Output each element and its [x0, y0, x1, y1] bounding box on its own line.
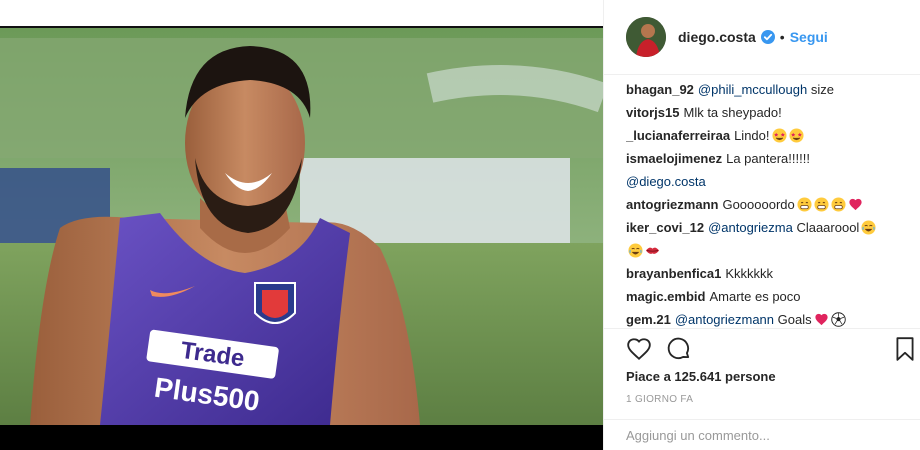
comment-username[interactable]: gem.21	[626, 312, 671, 327]
heart-emoji-icon	[846, 197, 863, 212]
star-eyes-emoji-icon	[787, 128, 804, 143]
avatar[interactable]	[626, 17, 666, 57]
comment-bubble-icon[interactable]	[666, 336, 692, 362]
grin-emoji-icon	[812, 197, 829, 212]
comment-username[interactable]: _lucianaferreiraa	[626, 128, 730, 143]
post-media: Trade Plus500	[0, 0, 603, 450]
likes-count[interactable]: Piace a 125.641 persone	[626, 369, 776, 384]
comment-row: brayanbenfica1 Kkkkkkk	[626, 264, 916, 283]
comment-username[interactable]: vitorjs15	[626, 105, 679, 120]
comment-text: size	[807, 82, 834, 97]
comment-row: ismaelojimenez La pantera!!!!!!	[626, 149, 916, 168]
comment-username[interactable]: ismaelojimenez	[626, 151, 722, 166]
post-photo[interactable]: Trade Plus500	[0, 28, 603, 425]
comment-mention-link[interactable]: @diego.costa	[626, 174, 706, 189]
like-heart-icon[interactable]	[626, 336, 652, 362]
comment-username[interactable]: bhagan_92	[626, 82, 694, 97]
grin-emoji-icon	[795, 197, 812, 212]
comment-mention-link[interactable]: @antogriezma	[708, 220, 793, 235]
header-username[interactable]: diego.costa	[678, 29, 756, 45]
comment-text: Claaaroool	[792, 220, 860, 235]
add-comment-input[interactable]	[626, 428, 896, 443]
comment-row: antogriezmann Goooooordo	[626, 195, 916, 214]
comment-row: bhagan_92 @phili_mccullough size	[626, 80, 916, 99]
comment-username[interactable]: brayanbenfica1	[626, 266, 721, 281]
comment-row: vitorjs15 Mlk ta sheypado!	[626, 103, 916, 122]
comment-text: Lindo!	[734, 128, 770, 143]
comment-username[interactable]: magic.embid	[626, 289, 705, 304]
comment-text: Mlk ta sheypado!	[683, 105, 782, 120]
comment-username[interactable]: antogriezmann	[626, 197, 718, 212]
follow-button[interactable]: Segui	[790, 29, 828, 45]
comment-row: gem.21 @antogriezmann Goals	[626, 310, 916, 328]
laugh-emoji-icon	[859, 220, 876, 235]
media-top-bar	[0, 0, 603, 28]
post-actions	[604, 328, 920, 366]
soccer-emoji-icon	[829, 312, 846, 327]
verified-badge-icon	[760, 30, 775, 44]
comment-text: Kkkkkkk	[725, 266, 774, 281]
star-eyes-emoji-icon	[770, 128, 787, 143]
heart-emoji-icon	[812, 312, 829, 327]
lips-emoji-icon	[643, 243, 660, 258]
comment-text: Goooooordo	[722, 197, 795, 212]
add-comment-section	[604, 419, 920, 450]
comment-row: @diego.costa	[626, 172, 916, 191]
laugh-emoji-icon	[626, 243, 643, 258]
avatar-image	[626, 17, 666, 57]
post-timestamp[interactable]: 1 GIORNO FA	[626, 394, 693, 405]
comment-row: magic.embid Amarte es poco	[626, 287, 916, 306]
comment-text: Amarte es poco	[709, 289, 801, 304]
post-header: diego.costa • Segui	[604, 0, 920, 75]
comment-row: _lucianaferreiraa Lindo!	[626, 126, 916, 145]
save-bookmark-icon[interactable]	[892, 336, 918, 362]
comment-mention-link[interactable]: @antogriezmann	[675, 312, 774, 327]
comment-mention-link[interactable]: @phili_mccullough	[698, 82, 807, 97]
comment-row	[626, 241, 916, 260]
header-separator: •	[779, 29, 785, 45]
comment-text: Goals	[774, 312, 812, 327]
grin-emoji-icon	[829, 197, 846, 212]
comment-row: iker_covi_12 @antogriezma Claaaroool	[626, 218, 916, 237]
comment-text: La pantera!!!!!!	[726, 151, 810, 166]
media-bottom-bar	[0, 425, 603, 450]
comment-username[interactable]: iker_covi_12	[626, 220, 704, 235]
photo-illustration: Trade Plus500	[0, 28, 603, 425]
comments-list[interactable]: bhagan_92 @phili_mccullough size vitorjs15…	[626, 76, 916, 328]
post-side-panel: diego.costa • Segui bhagan_92 @phili_mccu…	[603, 0, 920, 450]
